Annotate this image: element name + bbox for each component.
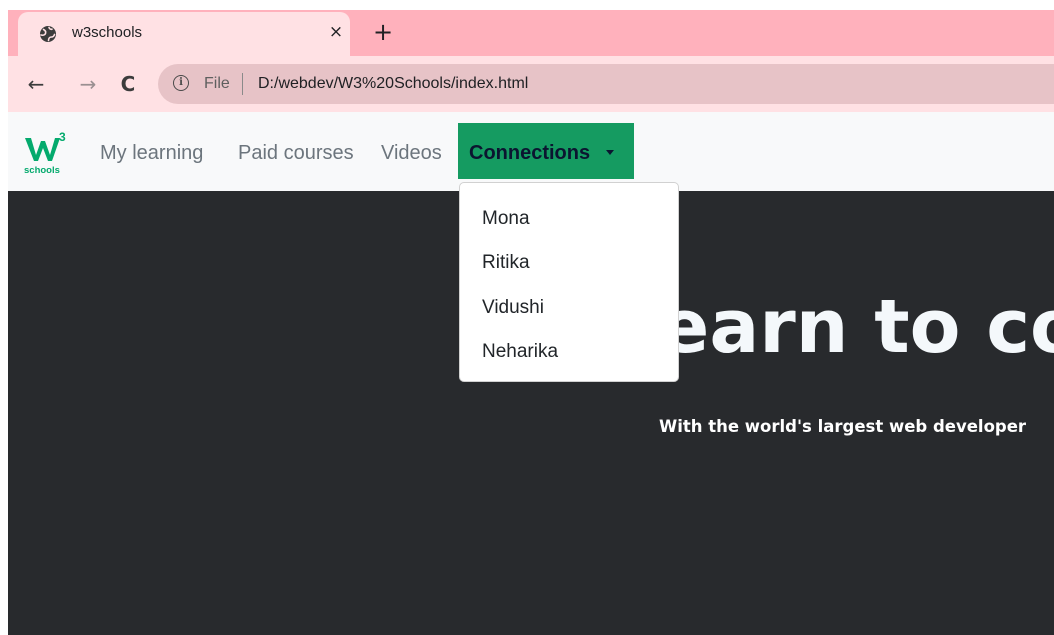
dropdown-item-neharika[interactable]: Neharika [482,340,558,364]
url-scheme-label: File [204,75,230,92]
nav-link-videos[interactable]: Videos [381,140,442,166]
logo-wordmark: schools [24,165,60,176]
url-separator [242,73,243,95]
caret-down-icon [606,150,614,155]
globe-icon [39,25,57,43]
w3schools-logo[interactable]: 3 schools [24,130,68,176]
logo-superscript: 3 [59,130,66,144]
url-text[interactable]: D:/webdev/W3%20Schools/index.html [258,73,528,95]
address-bar[interactable]: i File D:/webdev/W3%20Schools/index.html [158,64,1054,104]
browser-toolbar: ← → C i File D:/webdev/W3%20Schools/inde… [8,56,1054,112]
site-navbar: 3 schools My learning Paid courses Video… [8,112,1054,191]
reload-icon[interactable]: C [114,70,142,98]
window-edge [0,0,8,635]
connections-dropdown-toggle[interactable]: Connections [458,123,634,179]
forward-arrow-icon[interactable]: → [74,70,102,98]
hero-subtitle: With the world's largest web developer [659,417,1027,436]
connections-label: Connections [469,142,591,164]
dropdown-item-vidushi[interactable]: Vidushi [482,296,544,320]
nav-link-my-learning[interactable]: My learning [100,140,203,166]
browser-tab-strip: w3schools × + [8,10,1054,56]
page: w3schools × + ← → C i File D:/webdev/W3%… [0,0,1054,635]
close-tab-icon[interactable]: × [324,20,348,44]
browser-tab[interactable]: w3schools × [18,12,350,56]
nav-link-paid-courses[interactable]: Paid courses [238,140,354,166]
dropdown-item-mona[interactable]: Mona [482,207,530,231]
info-icon[interactable]: i [173,75,189,91]
connections-dropdown-menu: Mona Ritika Vidushi Neharika [459,182,679,382]
back-arrow-icon[interactable]: ← [22,70,50,98]
new-tab-icon[interactable]: + [370,20,396,46]
dropdown-item-ritika[interactable]: Ritika [482,251,530,275]
tab-title: w3schools [72,24,143,41]
